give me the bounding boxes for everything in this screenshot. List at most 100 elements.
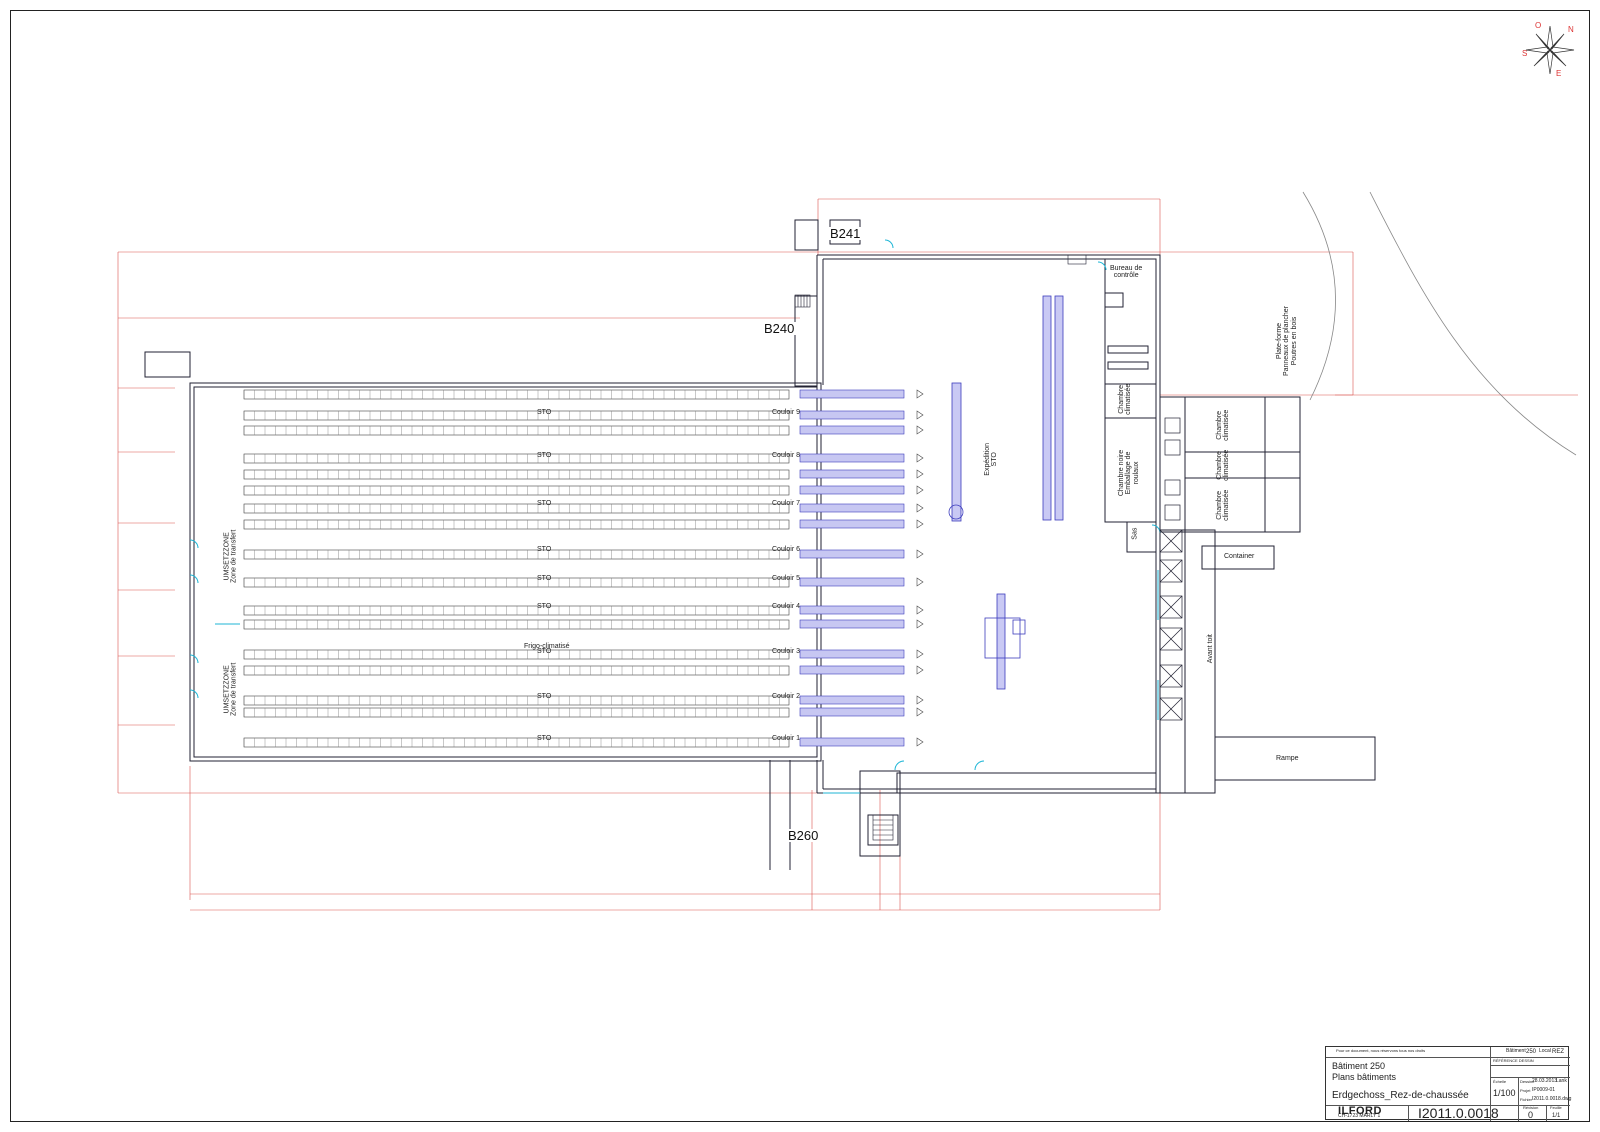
conveyor-lane [799,549,905,559]
conveyor-lane [799,649,905,659]
conveyor-lane [799,519,905,529]
transfer-arrow-icon [916,737,924,747]
rack-row [243,649,790,660]
rack-row [243,695,790,706]
room-sas-label: Sas [1131,527,1139,540]
revision-value: 0 [1528,1110,1534,1120]
title-projet-label: Projet [1520,1088,1531,1093]
conveyor-lane [799,665,905,675]
zone-frigo-label: Frigo-climatisé [524,643,570,650]
aisle-couloir-label: Couloir 2 [772,693,801,700]
rack-row [243,453,790,464]
aisle-couloir-label: Couloir 7 [772,500,801,507]
transfer-arrow-icon [916,485,924,495]
title-batiment-label: Bâtiment [1506,1048,1526,1054]
rack-row [243,619,790,630]
transfer-arrow-icon [916,549,924,559]
aisle-sto-label: STO [537,575,552,582]
building-b241-label: B241 [828,226,863,241]
room-plateforme-label: Plate-forme Panneaux de plancher Poutres… [1276,305,1298,377]
room-chambre-clim-2-label: Chambre climatisée [1216,409,1231,441]
dock-levelers [1159,417,1183,721]
rack-row [243,707,790,718]
room-expedition-label: Expédition STO [984,442,999,476]
transfer-arrow-icon [916,519,924,529]
conveyor-lane [799,577,905,587]
transfer-arrow-icon [916,707,924,717]
conveyor-lane [799,389,905,399]
room-chambre-clim-1-label: Chambre climatisée [1118,383,1133,415]
title-batiment-num: 250 [1526,1049,1537,1055]
rack-row [243,389,790,400]
rack-row [243,503,790,514]
storage-racks [243,389,790,748]
compass-rose-icon: N E S O [1520,20,1580,80]
room-chambre-clim-3-label: Chambre climatisée [1216,449,1231,481]
aisle-sto-label: STO [537,735,552,742]
title-reference: RÉFÉRENCE DESSIN [1493,1058,1534,1063]
transfer-arrow-icon [916,425,924,435]
aisle-couloir-label: Couloir 6 [772,546,801,553]
title-scale: 1/100 [1493,1088,1516,1098]
rack-row [243,410,790,421]
room-chambre-clim-4-label: Chambre climatisée [1216,489,1231,521]
title-date: 28.03.2013 [1532,1078,1558,1084]
aisle-sto-label: STO [537,452,552,459]
transfer-arrow-icon [916,389,924,399]
road-curves [1302,191,1577,456]
transfer-arrow-icon [916,410,924,420]
conveyors [799,389,924,747]
title-note: Pour ce document, nous réservons tous no… [1336,1048,1426,1053]
compass-o-label: O [1535,21,1542,30]
title-project: IP0009-01 [1532,1087,1556,1093]
transfer-arrow-icon [916,695,924,705]
room-container-label: Container [1224,553,1255,560]
transfer-arrow-icon [916,619,924,629]
title-local-label: Local [1539,1048,1551,1054]
title-author: Lank [1556,1078,1567,1084]
aisle-sto-label: STO [537,693,552,700]
rack-row [243,737,790,748]
conveyor-lane [799,619,905,629]
rack-row [243,665,790,676]
transfer-arrow-icon [916,469,924,479]
conveyor-lane [799,410,905,420]
zone-umsetz-2-label: UMSETZZONE Zone de transfert [223,662,238,716]
building-b260-label: B260 [786,828,821,843]
compass-e-label: E [1556,69,1562,78]
transfer-arrow-icon [916,605,924,615]
conveyor-lane [799,453,905,463]
rack-row [243,519,790,530]
page-value: 1/1 [1552,1113,1561,1119]
title-file: I2011.0.0018.dwg [1532,1096,1572,1102]
room-bureau-label: Bureau de contrôle [1110,265,1143,280]
room-chambre-noire-label: Chambre noire Emballage de roulaux [1118,449,1140,497]
rack-row [243,577,790,588]
aisle-sto-label: STO [537,546,552,553]
aisle-couloir-label: Couloir 8 [772,452,801,459]
transfer-arrow-icon [916,503,924,513]
aisle-sto-label: STO [537,409,552,416]
transfer-arrow-icon [916,665,924,675]
conveyor-lane [799,605,905,615]
title-file-label: Fichier [1520,1097,1533,1102]
stairs [794,254,1087,841]
aisle-couloir-label: Couloir 5 [772,575,801,582]
building-b240-label: B240 [762,321,797,336]
aisle-couloir-label: Couloir 4 [772,603,801,610]
rack-row [243,549,790,560]
title-block: Pour ce document, nous réservons tous no… [1325,1046,1572,1121]
title-building: Bâtiment 250 [1332,1061,1386,1071]
rack-row [243,605,790,616]
title-local-value: REZ [1552,1049,1564,1055]
aisle-couloir-label: Couloir 1 [772,735,801,742]
conveyor-lane [799,469,905,479]
building-walls [144,219,1376,870]
drawing-number: I2011.0.0018 [1418,1105,1499,1121]
room-rampe-label: Rampe [1276,755,1299,762]
transfer-arrow-icon [916,577,924,587]
aisle-sto-label: STO [537,500,552,507]
transfer-arrow-icon [916,649,924,659]
zone-umsetz-1-label: UMSETZZONE Zone de transfert [223,529,238,583]
title-sheet-title: Erdgechoss_Rez-de-chaussée [1332,1090,1469,1101]
